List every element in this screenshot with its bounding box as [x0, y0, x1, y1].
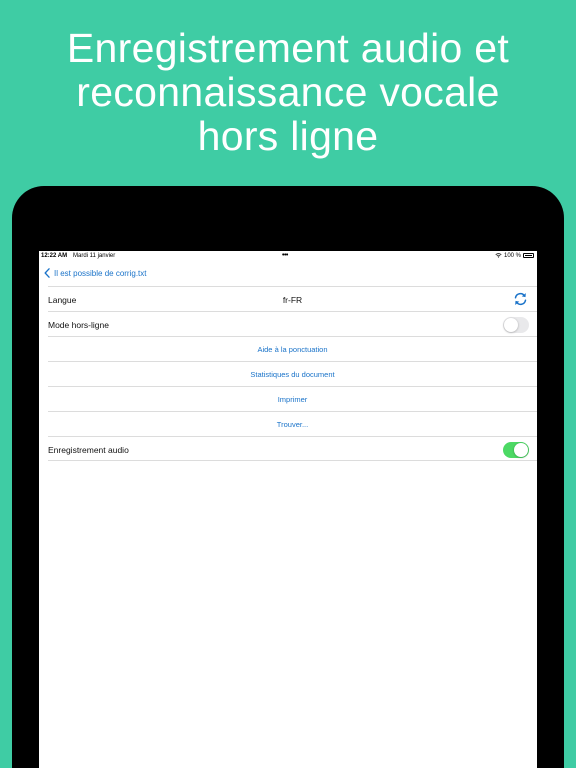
punctuation-help-button[interactable]: Aide à la ponctuation — [48, 345, 537, 354]
document-stats-button[interactable]: Statistiques du document — [48, 370, 537, 379]
language-value: fr-FR — [282, 295, 303, 305]
audio-recording-row: Enregistrement audio — [48, 436, 537, 461]
back-button[interactable]: Il est possible de corrig.txt — [54, 269, 146, 278]
print-row[interactable]: Imprimer — [48, 386, 537, 411]
status-time: 12:22 AM — [41, 253, 68, 259]
battery-percent: 100 % — [504, 253, 522, 259]
settings-list: Langue fr-FR Mode hors-ligne Aide à la p… — [48, 286, 537, 461]
language-row[interactable]: Langue fr-FR — [48, 286, 537, 311]
headline: Enregistrement audio et reconnaissance v… — [0, 26, 576, 158]
sync-icon[interactable] — [513, 292, 528, 306]
headline-line-2: reconnaissance vocale — [76, 69, 500, 115]
find-row[interactable]: Trouver... — [48, 411, 537, 436]
tablet-screen: 12:22 AM Mardi 11 janvier ••• 100 % Il e… — [39, 251, 537, 768]
nav-bar: Il est possible de corrig.txt — [39, 265, 537, 283]
multitasking-dots[interactable]: ••• — [282, 252, 288, 259]
chevron-left-icon[interactable] — [43, 268, 51, 278]
find-button[interactable]: Trouver... — [48, 420, 537, 429]
offline-mode-toggle[interactable] — [503, 317, 529, 333]
punctuation-help-row[interactable]: Aide à la ponctuation — [48, 336, 537, 361]
status-date: Mardi 11 janvier — [73, 253, 116, 259]
headline-line-1: Enregistrement audio et — [66, 25, 510, 71]
audio-recording-label: Enregistrement audio — [48, 445, 129, 455]
offline-mode-row: Mode hors-ligne — [48, 311, 537, 336]
headline-line-3: hors ligne — [197, 113, 379, 159]
wifi-icon — [495, 253, 502, 258]
audio-recording-toggle[interactable] — [503, 442, 529, 458]
document-stats-row[interactable]: Statistiques du document — [48, 361, 537, 386]
offline-mode-label: Mode hors-ligne — [48, 320, 109, 330]
status-bar: 12:22 AM Mardi 11 janvier ••• 100 % — [39, 251, 537, 262]
print-button[interactable]: Imprimer — [48, 395, 537, 404]
battery-icon — [523, 253, 534, 258]
